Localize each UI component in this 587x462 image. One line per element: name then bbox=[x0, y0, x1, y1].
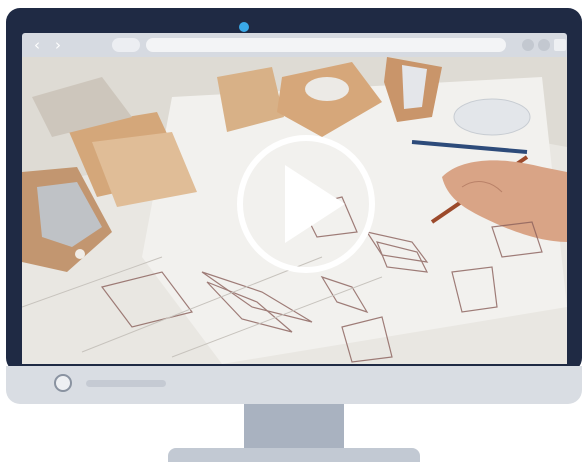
browser-toolbar: ‹ › bbox=[22, 33, 567, 57]
window-control-close[interactable] bbox=[554, 39, 566, 51]
chevron-left-icon[interactable]: ‹ bbox=[29, 36, 45, 54]
monitor-chin bbox=[6, 366, 582, 404]
window-control-minimize[interactable] bbox=[522, 39, 534, 51]
play-icon[interactable] bbox=[22, 57, 567, 364]
video-player[interactable] bbox=[22, 57, 567, 364]
address-bar[interactable] bbox=[146, 38, 506, 52]
chevron-right-icon[interactable]: › bbox=[50, 36, 66, 54]
speaker-slot bbox=[86, 380, 166, 387]
browser-tab[interactable] bbox=[112, 38, 140, 52]
window-control-maximize[interactable] bbox=[538, 39, 550, 51]
monitor-illustration: ‹ › bbox=[0, 0, 587, 462]
monitor-stand-neck bbox=[244, 404, 344, 454]
monitor-stand-base bbox=[168, 448, 420, 462]
power-button-icon[interactable] bbox=[54, 374, 72, 392]
webcam-dot bbox=[239, 22, 249, 32]
